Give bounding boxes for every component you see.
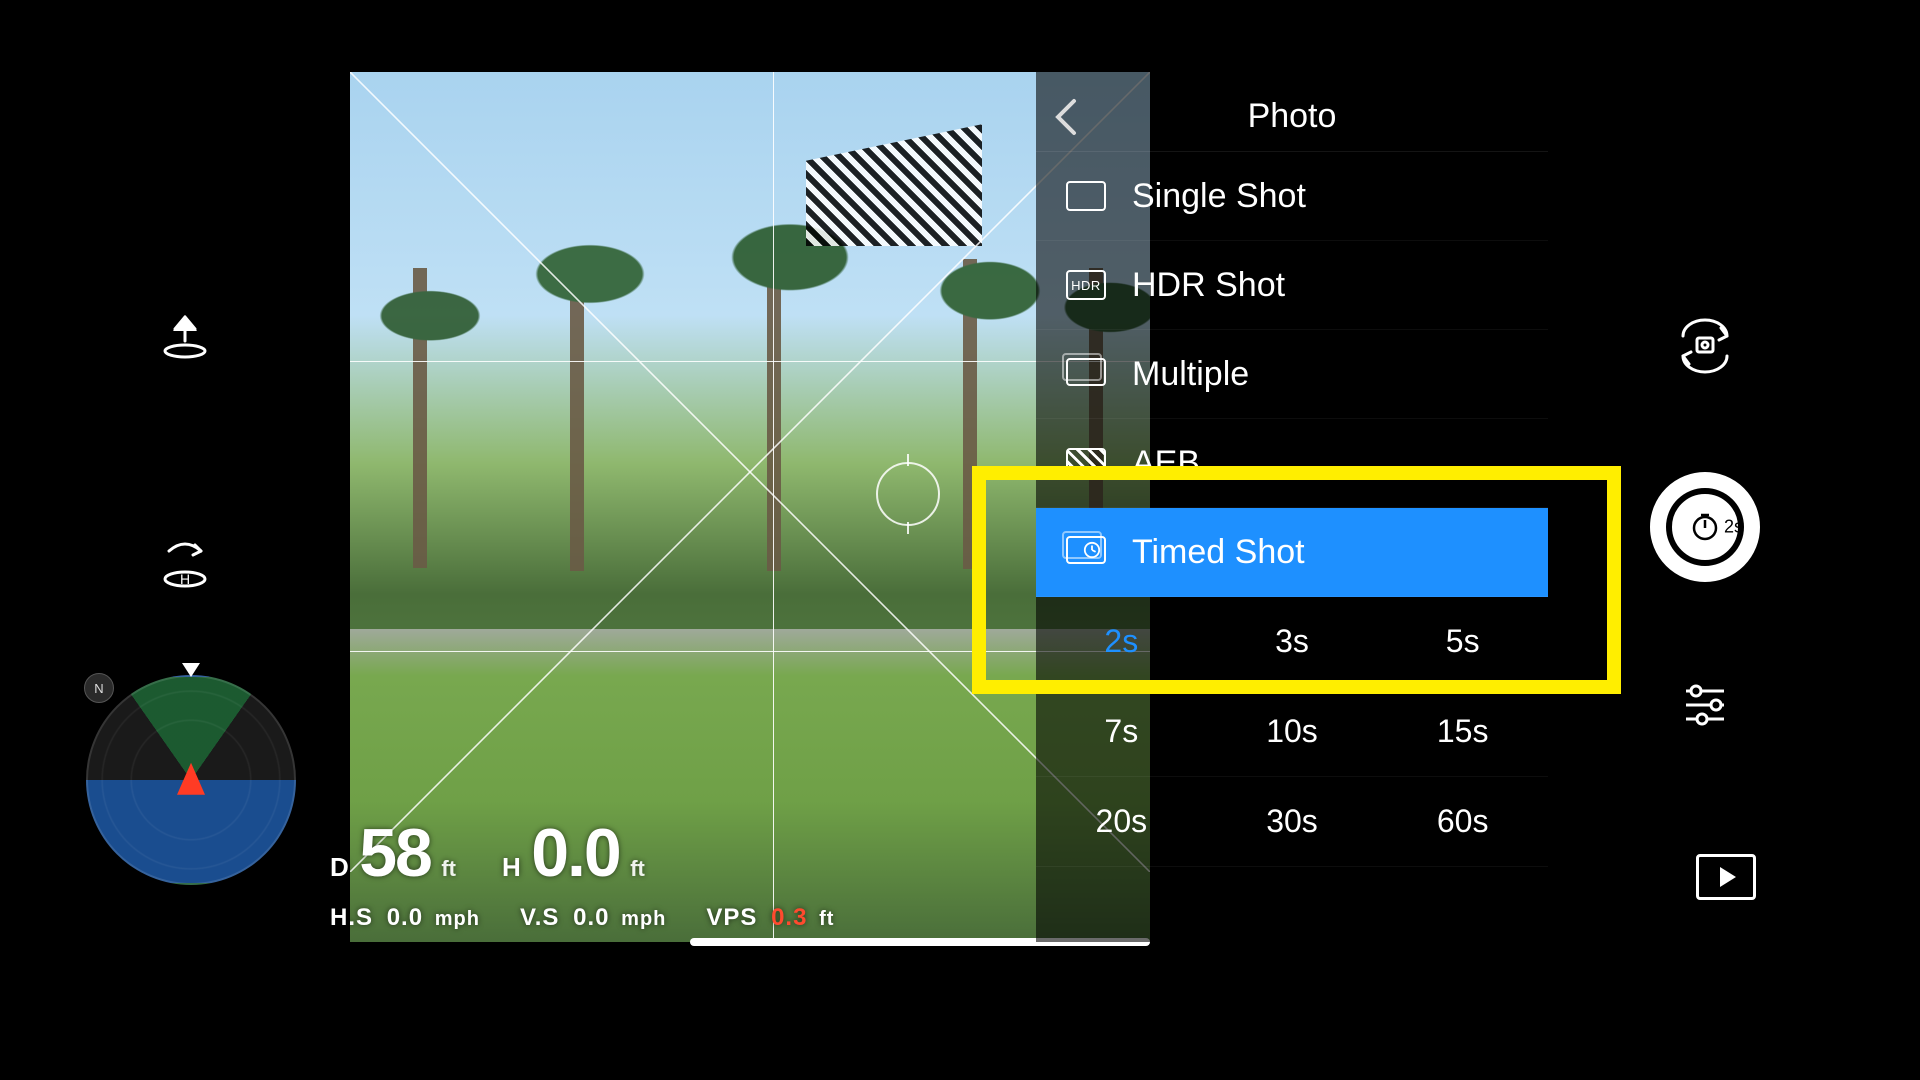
mode-single-shot[interactable]: Single Shot: [1036, 152, 1548, 241]
mode-hdr-shot[interactable]: HDR HDR Shot: [1036, 241, 1548, 330]
shutter-button[interactable]: 2s: [1650, 472, 1760, 582]
interval-option-2s[interactable]: 2s: [1036, 597, 1207, 687]
mode-timed-shot[interactable]: Timed Shot: [1036, 508, 1548, 597]
switch-camera-icon: [1673, 314, 1737, 378]
interval-option-5s[interactable]: 5s: [1377, 597, 1548, 687]
mode-aeb[interactable]: AEB: [1036, 419, 1548, 508]
height-label: H: [502, 852, 521, 882]
sliders-icon: [1676, 675, 1734, 733]
radar-north-badge: N: [84, 673, 114, 703]
mode-label: Single Shot: [1132, 177, 1306, 216]
vps-value: 0.3: [771, 904, 807, 931]
photo-video-switch-button[interactable]: [1669, 310, 1741, 382]
distance-value: 58: [359, 815, 431, 891]
interval-option-7s[interactable]: 7s: [1036, 687, 1207, 777]
hspeed-unit: mph: [435, 908, 480, 930]
interval-grid: 2s3s5s 7s10s15s 20s30s60s: [1036, 597, 1548, 867]
distance-unit: ft: [441, 856, 456, 881]
interval-option-3s[interactable]: 3s: [1207, 597, 1378, 687]
photo-settings-panel: Photo Single Shot HDR HDR Shot Multiple …: [1036, 72, 1548, 942]
interval-option-30s[interactable]: 30s: [1207, 777, 1378, 867]
mode-label: HDR Shot: [1132, 266, 1285, 305]
telemetry-distance: D 58 ft: [330, 814, 456, 892]
interval-option-60s[interactable]: 60s: [1377, 777, 1548, 867]
vps-label: VPS: [706, 904, 757, 931]
aeb-icon: [1064, 443, 1108, 483]
telemetry-vps: VPS 0.3 ft: [706, 904, 834, 932]
single-shot-icon: [1064, 176, 1108, 216]
playback-button[interactable]: [1696, 854, 1756, 900]
hspeed-label: H.S: [330, 904, 373, 931]
camera-viewport[interactable]: [350, 72, 1150, 942]
takeoff-button[interactable]: [150, 300, 220, 370]
mode-label: Timed Shot: [1132, 533, 1305, 572]
photo-mode-list: Single Shot HDR HDR Shot Multiple AEB Ti…: [1036, 152, 1548, 867]
telemetry-height: H 0.0 ft: [502, 814, 645, 892]
vspeed-value: 0.0: [573, 904, 609, 931]
mode-label: AEB: [1132, 444, 1200, 483]
telemetry-hspeed: H.S 0.0 mph: [330, 904, 480, 932]
mode-multiple[interactable]: Multiple: [1036, 330, 1548, 419]
return-home-button[interactable]: H: [150, 530, 220, 600]
radar-heading-tick-icon: [182, 663, 200, 677]
hdr-shot-icon: HDR: [1064, 265, 1108, 305]
interval-option-10s[interactable]: 10s: [1207, 687, 1378, 777]
timer-icon: [1690, 512, 1720, 542]
timed-shot-icon: [1064, 532, 1108, 572]
height-value: 0.0: [531, 815, 620, 891]
hspeed-value: 0.0: [387, 904, 423, 931]
camera-settings-button[interactable]: [1673, 672, 1737, 736]
height-unit: ft: [630, 856, 645, 881]
interval-option-15s[interactable]: 15s: [1377, 687, 1548, 777]
interval-option-20s[interactable]: 20s: [1036, 777, 1207, 867]
panel-title: Photo: [1036, 97, 1548, 136]
distance-label: D: [330, 852, 349, 882]
attitude-radar[interactable]: N: [86, 675, 296, 885]
vps-unit: ft: [819, 908, 834, 930]
focus-reticle-icon: [876, 462, 940, 526]
telemetry-bar: D 58 ft H 0.0 ft H.S 0.0 mph V.S 0.0 mph…: [330, 814, 834, 932]
shutter-interval-label: 2s: [1724, 517, 1743, 538]
mode-label: Multiple: [1132, 355, 1249, 394]
svg-text:H: H: [180, 571, 190, 587]
vspeed-label: V.S: [520, 904, 559, 931]
vspeed-unit: mph: [621, 908, 666, 930]
telemetry-vspeed: V.S 0.0 mph: [520, 904, 666, 932]
multiple-shot-icon: [1064, 354, 1108, 394]
